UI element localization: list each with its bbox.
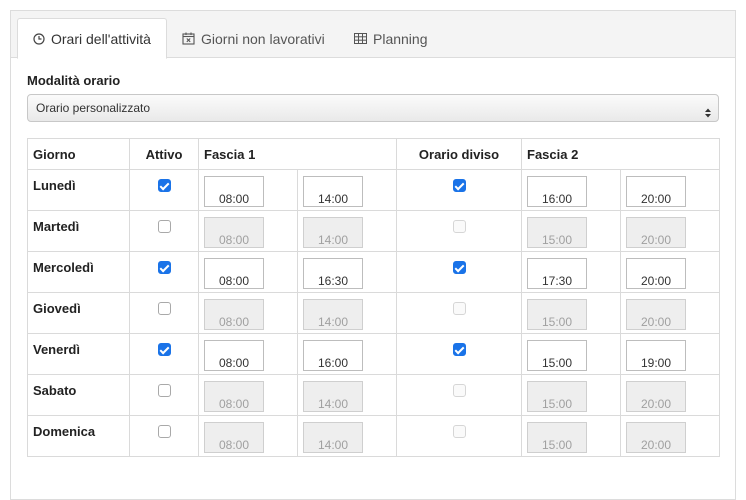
tab-label: Orari dell'attività — [51, 30, 151, 47]
split-checkbox[interactable] — [452, 261, 466, 274]
active-checkbox[interactable] — [157, 302, 171, 315]
slot1-from-input[interactable]: 08:00 — [204, 299, 264, 330]
day-name: Martedì — [27, 210, 130, 252]
active-checkbox[interactable] — [157, 425, 171, 438]
mode-label: Modalità orario — [27, 73, 121, 88]
active-checkbox[interactable] — [157, 220, 171, 233]
slot1-to-input[interactable]: 14:00 — [303, 422, 363, 453]
active-checkbox[interactable] — [157, 343, 171, 356]
day-name: Domenica — [27, 415, 130, 457]
active-checkbox[interactable] — [157, 384, 171, 397]
split-checkbox[interactable] — [452, 302, 466, 315]
tab-label: Planning — [373, 30, 428, 47]
slot1-to-input[interactable]: 14:00 — [303, 176, 363, 207]
slot1-to-input[interactable]: 14:00 — [303, 381, 363, 412]
mode-select[interactable]: Orario personalizzato — [27, 94, 719, 122]
day-name: Mercoledì — [27, 251, 130, 293]
table-header-row: Giorno Attivo Fascia 1 Orario diviso Fas… — [27, 138, 721, 170]
slot2-from-input[interactable]: 16:00 — [527, 176, 588, 207]
slot1-to-input[interactable]: 14:00 — [303, 299, 363, 330]
active-checkbox[interactable] — [157, 261, 171, 274]
table-row: Venerdì 08:00 16:00 15:00 19:00 — [27, 333, 721, 375]
header-giorno: Giorno — [27, 138, 130, 170]
table-row: Domenica 08:00 14:00 15:00 20:00 — [27, 415, 721, 457]
table-row: Mercoledì 08:00 16:30 17:30 20:00 — [27, 251, 721, 293]
slot1-from-input[interactable]: 08:00 — [204, 176, 264, 207]
day-name: Venerdì — [27, 333, 130, 375]
tab-bar: Orari dell'attività Giorni non lavorativ… — [11, 11, 735, 59]
clock-icon — [33, 32, 45, 45]
slot1-from-input[interactable]: 08:00 — [204, 217, 264, 248]
split-checkbox[interactable] — [452, 179, 466, 192]
tab-planning[interactable]: Planning — [339, 18, 443, 59]
slot2-to-input[interactable]: 20:00 — [626, 258, 687, 289]
slot1-from-input[interactable]: 08:00 — [204, 340, 264, 371]
split-checkbox[interactable] — [452, 343, 466, 356]
slot2-to-input[interactable]: 20:00 — [626, 176, 687, 207]
table-grid-icon — [354, 33, 367, 44]
table-row: Sabato 08:00 14:00 15:00 20:00 — [27, 374, 721, 416]
slot2-from-input[interactable]: 15:00 — [527, 381, 588, 412]
slot1-to-input[interactable]: 16:30 — [303, 258, 363, 289]
slot2-from-input[interactable]: 15:00 — [527, 217, 588, 248]
slot1-from-input[interactable]: 08:00 — [204, 381, 264, 412]
mode-select-value: Orario personalizzato — [36, 101, 151, 115]
header-fascia-1: Fascia 1 — [197, 138, 398, 170]
tab-label: Giorni non lavorativi — [201, 30, 325, 47]
slot2-from-input[interactable]: 15:00 — [527, 299, 588, 330]
select-arrows-icon — [704, 102, 712, 118]
day-name: Lunedì — [27, 169, 130, 211]
day-name: Giovedì — [27, 292, 130, 334]
table-row: Lunedì 08:00 14:00 16:00 20:00 — [27, 169, 721, 211]
tab-giorni-non-lavorativi[interactable]: Giorni non lavorativi — [167, 18, 340, 59]
header-attivo: Attivo — [129, 138, 199, 170]
slot2-to-input[interactable]: 20:00 — [626, 299, 687, 330]
table-row: Giovedì 08:00 14:00 15:00 20:00 — [27, 292, 721, 334]
tab-orari-attivita[interactable]: Orari dell'attività — [17, 18, 167, 59]
slot1-from-input[interactable]: 08:00 — [204, 258, 264, 289]
slot2-to-input[interactable]: 20:00 — [626, 422, 687, 453]
split-checkbox[interactable] — [452, 220, 466, 233]
slot2-from-input[interactable]: 15:00 — [527, 422, 588, 453]
slot2-to-input[interactable]: 20:00 — [626, 381, 687, 412]
table-row: Martedì 08:00 14:00 15:00 20:00 — [27, 210, 721, 252]
header-orario-diviso: Orario diviso — [396, 138, 523, 170]
header-fascia-2: Fascia 2 — [521, 138, 721, 170]
slot1-from-input[interactable]: 08:00 — [204, 422, 264, 453]
slot1-to-input[interactable]: 14:00 — [303, 217, 363, 248]
schedule-table: Giorno Attivo Fascia 1 Orario diviso Fas… — [27, 138, 721, 457]
slot2-to-input[interactable]: 20:00 — [626, 217, 687, 248]
calendar-x-icon — [182, 32, 195, 45]
slot2-to-input[interactable]: 19:00 — [626, 340, 687, 371]
slot2-from-input[interactable]: 15:00 — [527, 340, 588, 371]
slot2-from-input[interactable]: 17:30 — [527, 258, 588, 289]
settings-panel: Orari dell'attività Giorni non lavorativ… — [10, 10, 736, 500]
split-checkbox[interactable] — [452, 384, 466, 397]
split-checkbox[interactable] — [452, 425, 466, 438]
slot1-to-input[interactable]: 16:00 — [303, 340, 363, 371]
day-name: Sabato — [27, 374, 130, 416]
active-checkbox[interactable] — [157, 179, 171, 192]
